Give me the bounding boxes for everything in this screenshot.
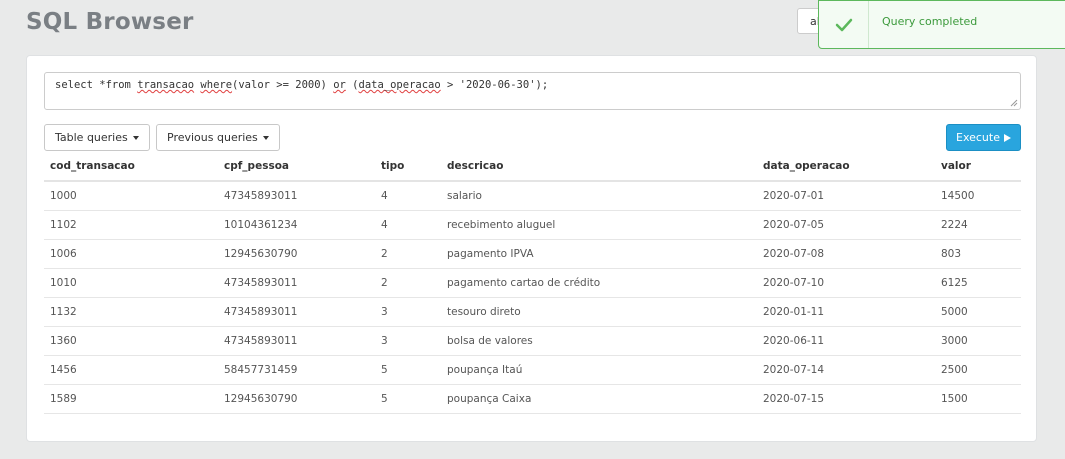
previous-queries-button[interactable]: Previous queries [156,124,280,151]
table-cell: 58457731459 [218,355,375,385]
table-cell: 12945630790 [218,239,375,269]
table-cell: 5 [375,355,441,385]
query-editor[interactable]: select *from transacao where(valor >= 20… [44,72,1021,110]
query-text-part: where [200,79,233,91]
table-cell: 47345893011 [218,268,375,298]
table-cell: 1589 [44,384,218,414]
query-text-part: or [333,79,346,91]
table-cell: 3 [375,326,441,356]
query-text-part: transacao [137,79,195,91]
app-title: SQL Browser [26,9,194,35]
table-cell: 1456 [44,355,218,385]
table-cell: 10104361234 [218,210,375,240]
table-cell: 1006 [44,239,218,269]
column-header[interactable]: data_operacao [757,152,935,182]
table-cell: 2020-07-14 [757,355,935,385]
check-icon [835,18,852,31]
table-row: 1000 47345893011 4 salario 2020-07-01 14… [44,181,1021,211]
play-icon [1004,134,1011,142]
table-cell: 1132 [44,297,218,327]
table-cell: 2500 [935,355,1021,385]
column-header[interactable]: valor [935,152,1021,182]
table-cell: 2020-01-11 [757,297,935,327]
table-cell: 803 [935,239,1021,269]
query-text-part: (valor >= 2000) [232,79,334,91]
table-row: 1006 12945630790 2 pagamento IPVA 2020-0… [44,239,1021,269]
table-cell: 2020-07-15 [757,384,935,414]
table-cell: 3 [375,297,441,327]
table-cell: 5 [375,384,441,414]
table-cell: 1010 [44,268,218,298]
table-cell: 4 [375,210,441,240]
table-cell: 1102 [44,210,218,240]
table-cell: 47345893011 [218,181,375,211]
table-cell: poupança Itaú [441,355,757,385]
toast-message: Query completed [882,15,978,28]
table-header-row: cod_transacao cpf_pessoa tipo descricao … [44,152,1021,182]
previous-queries-label: Previous queries [167,131,258,144]
table-cell: 12945630790 [218,384,375,414]
table-cell: recebimento aluguel [441,210,757,240]
table-cell: 2020-07-05 [757,210,935,240]
table-cell: pagamento IPVA [441,239,757,269]
table-row: 1360 47345893011 3 bolsa de valores 2020… [44,326,1021,356]
table-cell: tesouro direto [441,297,757,327]
column-header[interactable]: cod_transacao [44,152,218,182]
query-text-part: > '2020-06-30'); [440,79,549,91]
query-text-part: select *from [55,79,138,91]
table-cell: 6125 [935,268,1021,298]
table-cell: 1360 [44,326,218,356]
resize-handle-icon[interactable] [1010,99,1018,107]
table-cell: 1000 [44,181,218,211]
table-cell: 2020-06-11 [757,326,935,356]
query-panel: select *from transacao where(valor >= 20… [26,55,1037,442]
table-queries-button[interactable]: Table queries [44,124,150,151]
table-row: 1010 47345893011 2 pagamento cartao de c… [44,268,1021,298]
caret-down-icon [262,136,269,140]
column-header[interactable]: descricao [441,152,757,182]
table-row: 1102 10104361234 4 recebimento aluguel 2… [44,210,1021,240]
table-cell: 2 [375,268,441,298]
table-cell: 3000 [935,326,1021,356]
toast-notification: Query completed [818,0,1065,49]
results-table: cod_transacao cpf_pessoa tipo descricao … [44,152,1021,414]
table-cell: 1500 [935,384,1021,414]
table-cell: 47345893011 [218,297,375,327]
table-cell: poupança Caixa [441,384,757,414]
table-cell: 14500 [935,181,1021,211]
table-cell: 5000 [935,297,1021,327]
query-text-part: ( [345,79,359,91]
execute-button[interactable]: Execute [946,124,1021,151]
table-cell: 2020-07-10 [757,268,935,298]
table-cell: 2020-07-08 [757,239,935,269]
execute-label: Execute [956,131,1000,144]
table-queries-label: Table queries [55,131,128,144]
table-cell: 4 [375,181,441,211]
query-text-part: data_operacao [358,79,441,91]
table-cell: bolsa de valores [441,326,757,356]
caret-down-icon [132,136,139,140]
table-cell: 2020-07-01 [757,181,935,211]
column-header[interactable]: cpf_pessoa [218,152,375,182]
table-row: 1456 58457731459 5 poupança Itaú 2020-07… [44,355,1021,385]
column-header[interactable]: tipo [375,152,441,182]
table-cell: 2 [375,239,441,269]
table-cell: pagamento cartao de crédito [441,268,757,298]
table-row: 1589 12945630790 5 poupança Caixa 2020-0… [44,384,1021,414]
toast-icon-container [819,1,869,48]
table-cell: 2224 [935,210,1021,240]
table-cell: salario [441,181,757,211]
table-cell: 47345893011 [218,326,375,356]
table-row: 1132 47345893011 3 tesouro direto 2020-0… [44,297,1021,327]
